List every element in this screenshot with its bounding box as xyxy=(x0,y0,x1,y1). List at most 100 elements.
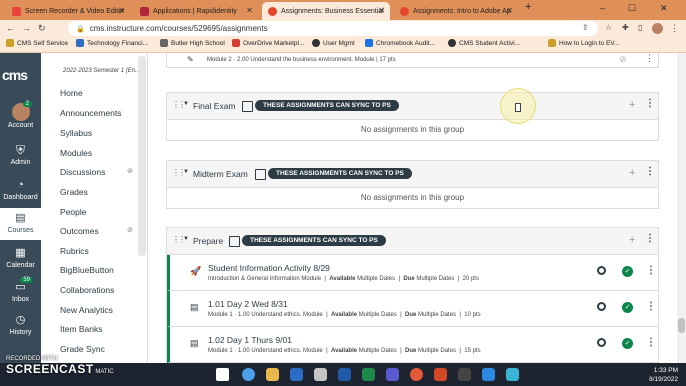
sync-status-icon[interactable] xyxy=(597,302,606,311)
snip-icon[interactable] xyxy=(458,368,471,381)
course-link-rubrics[interactable]: Rubrics xyxy=(60,246,89,256)
kebab-icon[interactable]: ⋮ xyxy=(645,166,655,177)
course-link-item-banks[interactable]: Item Banks xyxy=(60,324,103,334)
assignment-row[interactable]: ▤ 1.02 Day 1 Thurs 9/01 Module 1 · 1.00 … xyxy=(167,327,658,363)
close-tab-icon[interactable]: ✕ xyxy=(246,6,253,15)
powerpoint-icon[interactable] xyxy=(434,368,447,381)
course-link-discussions[interactable]: Discussions xyxy=(60,167,105,177)
nav-admin[interactable]: ⛨ Admin xyxy=(0,140,41,173)
kebab-icon[interactable]: ⋮ xyxy=(645,233,655,244)
caret-down-icon[interactable]: ▼ xyxy=(183,236,189,242)
back-icon[interactable]: ← xyxy=(6,23,15,33)
forward-icon[interactable]: → xyxy=(22,23,31,33)
edge-icon[interactable] xyxy=(242,368,255,381)
minimize-icon[interactable]: – xyxy=(600,3,605,13)
kebab-icon[interactable]: ⋮ xyxy=(646,265,656,276)
group-header[interactable]: ⋮⋮ ▼ Prepare THESE ASSIGNMENTS CAN SYNC … xyxy=(167,228,658,255)
word-icon[interactable] xyxy=(338,368,351,381)
assignment-row[interactable]: 🚀 Student Information Activity 8/29 Intr… xyxy=(167,255,658,291)
bookmark-item[interactable]: OverDrive Marketpl... xyxy=(232,39,304,47)
course-link-outcomes[interactable]: Outcomes xyxy=(60,226,99,236)
extensions-icon[interactable]: ✚ xyxy=(622,23,629,32)
add-assignment-icon[interactable]: + xyxy=(629,99,635,111)
nav-courses[interactable]: ▤ Courses xyxy=(0,208,41,240)
assignment-icon: ▤ xyxy=(190,338,199,348)
course-link-home[interactable]: Home xyxy=(60,88,83,98)
bookmark-item[interactable]: CMS Student Activi... xyxy=(448,39,520,47)
close-tab-icon[interactable]: ✕ xyxy=(506,6,513,15)
nav-history[interactable]: ◷ History xyxy=(0,310,41,343)
course-link-people[interactable]: People xyxy=(60,207,86,217)
nav-account[interactable]: 2 Account xyxy=(0,101,41,134)
course-link-grades[interactable]: Grades xyxy=(60,187,88,197)
browser-tab-active[interactable]: Assignments: Business Essential ✕ xyxy=(262,2,390,20)
published-check-icon[interactable]: ✓ xyxy=(622,338,633,349)
nav-inbox[interactable]: ▭ 59 Inbox xyxy=(0,277,41,310)
course-link-syllabus[interactable]: Syllabus xyxy=(60,128,92,138)
course-link-modules[interactable]: Modules xyxy=(60,148,92,158)
bookmark-item[interactable]: How to Login to EV... xyxy=(548,39,619,47)
reload-icon[interactable]: ↻ xyxy=(38,23,46,34)
published-check-icon[interactable]: ✓ xyxy=(622,266,633,277)
zoom-icon[interactable] xyxy=(482,368,495,381)
store-icon[interactable] xyxy=(314,368,327,381)
bookmark-item[interactable]: Chromebook Audit... xyxy=(365,39,435,47)
group-header[interactable]: ⋮⋮ ▼ Midterm Exam THESE ASSIGNMENTS CAN … xyxy=(167,161,658,188)
course-nav-scrollbar[interactable] xyxy=(138,56,146,256)
add-assignment-icon[interactable]: + xyxy=(629,234,635,246)
menu-icon[interactable]: ⋮ xyxy=(670,23,679,34)
caret-down-icon[interactable]: ▼ xyxy=(183,169,189,175)
close-window-icon[interactable]: ✕ xyxy=(660,3,668,14)
bookmark-item[interactable]: Butler High School xyxy=(160,39,225,47)
assignment-row[interactable]: ▤ 1.01 Day 2 Wed 8/31 Module 1 · 1.00 Un… xyxy=(167,291,658,327)
kebab-icon[interactable]: ⋮ xyxy=(646,301,656,312)
kebab-icon[interactable]: ⋮ xyxy=(645,53,654,64)
system-clock[interactable]: 1:33 PM 8/19/2022 xyxy=(649,366,678,384)
course-link-collaborations[interactable]: Collaborations xyxy=(60,285,114,295)
assignment-title[interactable]: Student Information Activity 8/29 xyxy=(208,263,330,273)
caret-down-icon[interactable]: ▼ xyxy=(183,101,189,107)
course-link-grade-sync[interactable]: Grade Sync xyxy=(60,344,105,354)
assignment-title[interactable]: 1.01 Day 2 Wed 8/31 xyxy=(208,299,288,309)
kebab-icon[interactable]: ⋮ xyxy=(646,337,656,348)
close-tab-icon[interactable]: ✕ xyxy=(118,6,125,15)
kebab-icon[interactable]: ⋮ xyxy=(645,98,655,109)
sidepanel-icon[interactable]: ▯ xyxy=(638,23,642,32)
nav-calendar[interactable]: ▦ Calendar xyxy=(0,243,41,276)
sync-status-icon[interactable] xyxy=(597,266,606,275)
add-assignment-icon[interactable]: + xyxy=(629,167,635,179)
url-field[interactable]: 🔒 cms.instructure.com/courses/529695/ass… xyxy=(68,21,598,36)
logo[interactable]: cms xyxy=(2,67,28,83)
course-link-announcements[interactable]: Announcements xyxy=(60,108,121,118)
share-icon[interactable]: ⇪ xyxy=(582,23,589,32)
close-tab-icon[interactable]: ✕ xyxy=(378,6,385,15)
course-link-new-analytics[interactable]: New Analytics xyxy=(60,305,113,315)
search-icon[interactable] xyxy=(216,368,229,381)
page-scrollbar[interactable] xyxy=(677,53,686,363)
mail-icon[interactable] xyxy=(290,368,303,381)
group-header[interactable]: ⋮⋮ ▼ Final Exam THESE ASSIGNMENTS CAN SY… xyxy=(167,93,658,120)
bookmark-star-icon[interactable]: ☆ xyxy=(605,23,612,32)
new-tab-button[interactable]: + xyxy=(525,1,531,13)
sync-status-icon[interactable] xyxy=(597,338,606,347)
maximize-icon[interactable]: ☐ xyxy=(628,3,636,14)
assignment-row-partial[interactable]: ✎ Module 2 · 2.00 Understand the busines… xyxy=(166,53,659,68)
nav-dashboard[interactable]: ◔ Dashboard xyxy=(0,175,41,208)
file-explorer-icon[interactable] xyxy=(266,368,279,381)
rocket-icon: 🚀 xyxy=(190,266,202,276)
bookmark-item[interactable]: CMS Self Service xyxy=(6,39,68,47)
chrome-icon[interactable] xyxy=(410,368,423,381)
browser-tab[interactable]: Assignments: Intro to Adobe Ap ✕ xyxy=(394,2,518,20)
course-link-bigbluebutton[interactable]: BigBlueButton xyxy=(60,265,114,275)
teams-icon[interactable] xyxy=(386,368,399,381)
excel-icon[interactable] xyxy=(362,368,375,381)
browser-tab[interactable]: Screen Recorder & Video Editor ✕ xyxy=(6,2,130,20)
browser-tab[interactable]: Applications | Rapididentity ✕ xyxy=(134,2,258,20)
unpublished-icon[interactable]: ⊘ xyxy=(619,54,627,65)
assignment-title[interactable]: 1.02 Day 1 Thurs 9/01 xyxy=(208,335,292,345)
published-check-icon[interactable]: ✓ xyxy=(622,302,633,313)
profile-avatar[interactable] xyxy=(652,23,663,34)
app-icon[interactable] xyxy=(506,368,519,381)
bookmark-item[interactable]: Technology Financi... xyxy=(76,39,148,47)
bookmark-item[interactable]: User Mgmt xyxy=(312,39,355,47)
